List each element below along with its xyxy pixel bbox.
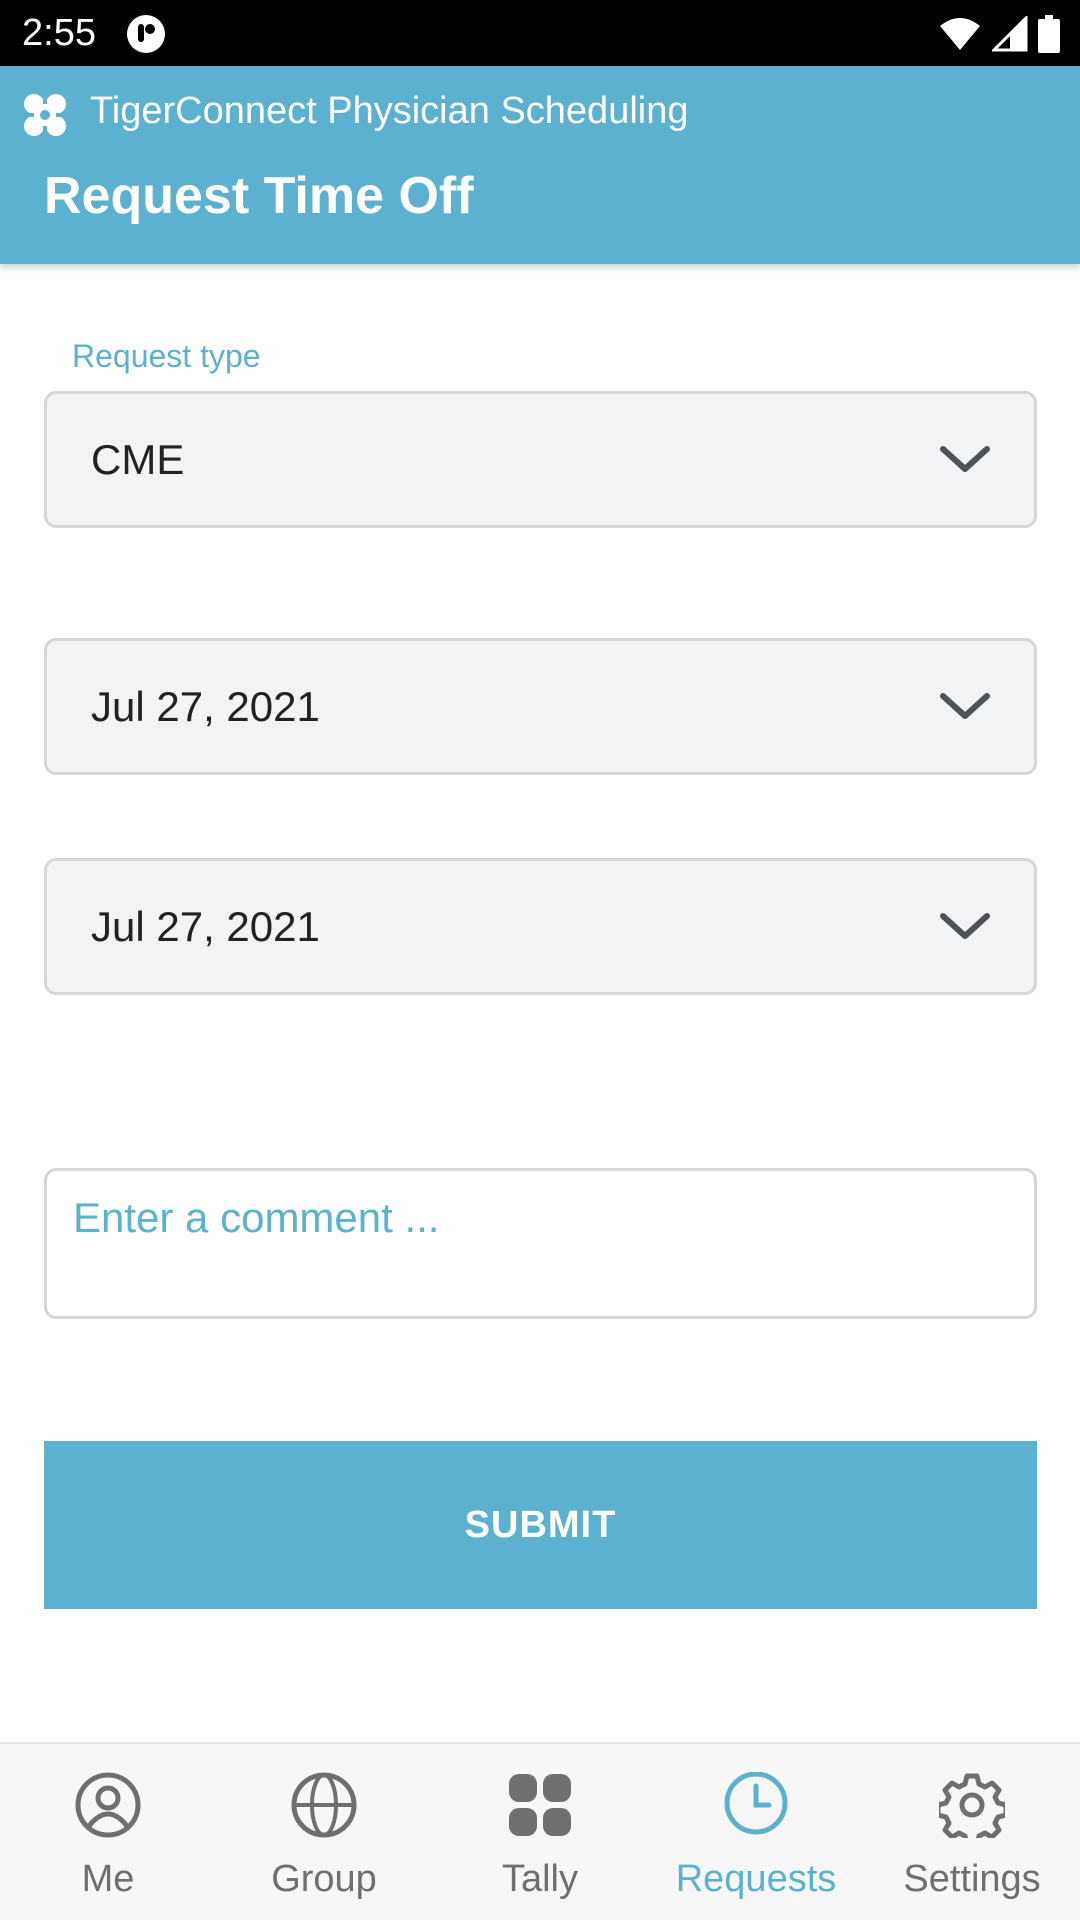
clock-icon [724,1772,788,1835]
request-type-value: CME [91,436,185,483]
request-type-select[interactable]: CME [44,391,1037,528]
app-bar: TigerConnect Physician Scheduling Reques… [0,66,1080,264]
bottom-nav: Me Group Tally Requests Settings [0,1742,1080,1920]
start-date-value: Jul 27, 2021 [91,683,320,730]
page-title: Request Time Off [44,167,474,225]
wifi-icon [940,18,980,50]
status-time: 2:55 [22,12,96,54]
comment-input[interactable]: Enter a comment ... [44,1168,1037,1319]
person-icon [75,1772,141,1838]
start-date-select[interactable]: Jul 27, 2021 [44,638,1037,775]
end-date-value: Jul 27, 2021 [91,903,320,950]
tigerconnect-logo-icon [24,94,66,136]
status-bar: 2:55 [0,0,1080,66]
nav-label-requests: Requests [675,1858,837,1900]
nav-label-me: Me [81,1858,135,1900]
status-icons [938,14,1060,54]
nav-item-tally[interactable]: Tally [432,1744,648,1922]
nav-label-tally: Tally [501,1858,579,1900]
notification-app-icon [127,15,165,53]
end-date-select[interactable]: Jul 27, 2021 [44,858,1037,995]
app-name: TigerConnect Physician Scheduling [90,90,689,132]
submit-button[interactable]: SUBMIT [44,1441,1037,1609]
cell-signal-icon [992,16,1028,52]
chevron-down-icon [940,446,990,472]
grid-icon [509,1774,571,1836]
request-type-label: Request type [72,338,261,374]
globe-icon [291,1772,357,1838]
comment-placeholder: Enter a comment ... [73,1194,440,1241]
chevron-down-icon [940,693,990,719]
gear-icon [939,1773,1005,1838]
nav-item-settings[interactable]: Settings [864,1744,1080,1922]
battery-icon [1038,15,1060,53]
nav-label-settings: Settings [903,1858,1041,1900]
nav-item-me[interactable]: Me [0,1744,216,1922]
chevron-down-icon [940,913,990,939]
nav-label-group: Group [271,1858,377,1900]
nav-item-requests[interactable]: Requests [648,1744,864,1922]
nav-item-group[interactable]: Group [216,1744,432,1922]
